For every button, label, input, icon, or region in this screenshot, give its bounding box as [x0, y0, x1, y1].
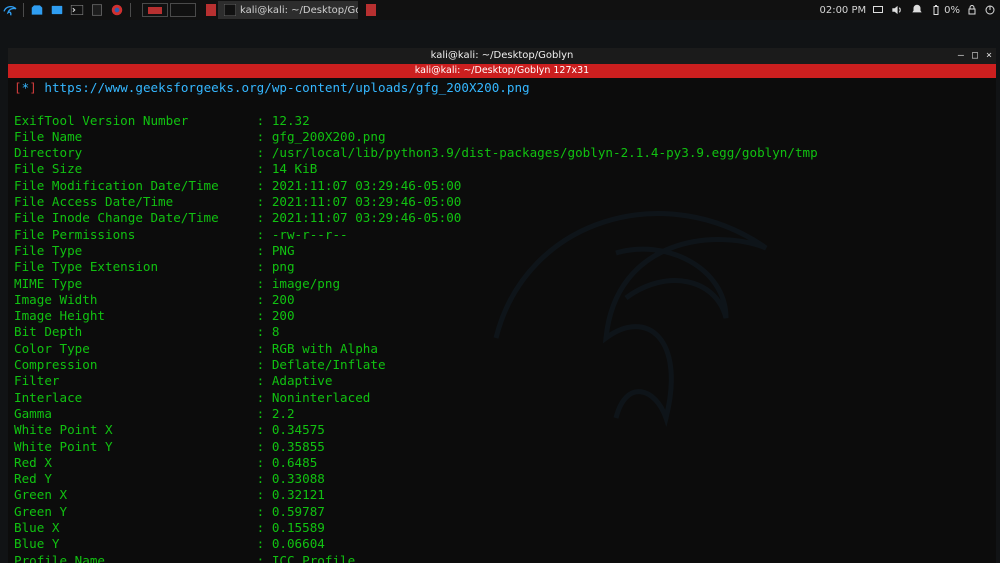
clock[interactable]: 02:00 PM — [819, 5, 866, 16]
taskbar-item-terminal[interactable]: kali@kali: ~/Desktop/Go… — [218, 1, 358, 19]
task-icon — [206, 3, 216, 17]
terminal-task-icon — [224, 3, 236, 17]
files-icon[interactable] — [48, 1, 66, 19]
panel-left: kali@kali: ~/Desktop/Go… — [0, 0, 376, 20]
panel-right: 02:00 PM 0% — [819, 0, 996, 20]
browser-icon[interactable] — [108, 1, 126, 19]
volume-icon[interactable] — [890, 3, 904, 17]
terminal-output: [*] https://www.geeksforgeeks.org/wp-con… — [14, 80, 990, 563]
taskbar-item[interactable] — [360, 1, 376, 19]
window-minimize-button[interactable]: — — [958, 48, 964, 64]
terminal-tab[interactable]: kali@kali: ~/Desktop/Goblyn 127x31 — [8, 64, 996, 78]
text-editor-icon[interactable] — [88, 1, 106, 19]
workspace-pager[interactable] — [142, 3, 198, 17]
notification-bell-icon[interactable] — [910, 3, 924, 17]
workspace-2[interactable] — [170, 3, 196, 17]
display-toggle-icon[interactable] — [872, 4, 884, 16]
battery-label: 0% — [944, 5, 960, 16]
terminal-body[interactable]: [*] https://www.geeksforgeeks.org/wp-con… — [8, 78, 996, 563]
task-icon — [366, 3, 376, 17]
window-titlebar[interactable]: kali@kali: ~/Desktop/Goblyn — □ × — [8, 48, 996, 64]
panel-separator — [130, 3, 131, 17]
taskbar-item[interactable] — [200, 1, 216, 19]
window-title: kali@kali: ~/Desktop/Goblyn — [431, 50, 574, 61]
desktop[interactable]: Trash Goblyn WPCracker kali@kali: ~/Desk… — [0, 20, 1000, 563]
taskbar-item-label: kali@kali: ~/Desktop/Go… — [240, 5, 358, 16]
home-folder-icon[interactable] — [28, 1, 46, 19]
window-buttons: — □ × — [958, 48, 992, 64]
workspace-1[interactable] — [142, 3, 168, 17]
terminal-launcher-icon[interactable] — [68, 1, 86, 19]
kali-menu-icon[interactable] — [1, 1, 19, 19]
window-maximize-button[interactable]: □ — [972, 48, 978, 64]
lock-icon[interactable] — [966, 4, 978, 16]
terminal-tab-label: kali@kali: ~/Desktop/Goblyn 127x31 — [415, 65, 589, 76]
battery-icon[interactable]: 0% — [930, 4, 960, 16]
system-panel: kali@kali: ~/Desktop/Go… 02:00 PM 0% — [0, 0, 1000, 20]
terminal-window: kali@kali: ~/Desktop/Goblyn — □ × kali@k… — [8, 48, 996, 563]
window-close-button[interactable]: × — [986, 48, 992, 64]
panel-separator — [23, 3, 24, 17]
power-icon[interactable] — [984, 4, 996, 16]
